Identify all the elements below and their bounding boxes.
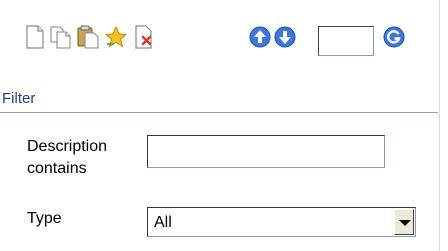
type-select-value: All — [154, 214, 172, 231]
filter-panel: Filter Description contains Type All — [0, 0, 448, 251]
description-label-line2: contains — [27, 160, 87, 177]
description-label-line1: Description — [27, 138, 108, 155]
toolbar — [0, 0, 438, 82]
type-select[interactable]: All — [147, 207, 416, 237]
panel-divider — [439, 0, 440, 251]
page-number-input[interactable] — [318, 26, 374, 56]
go-icon[interactable] — [382, 24, 406, 50]
paste-icon[interactable] — [76, 24, 100, 50]
chevron-down-icon — [399, 220, 411, 226]
favorite-star-icon[interactable] — [103, 24, 129, 50]
filter-section-header: Filter — [0, 82, 438, 113]
delete-document-icon[interactable] — [133, 24, 155, 50]
filter-title: Filter — [2, 90, 36, 107]
move-down-icon[interactable] — [273, 24, 297, 50]
type-label: Type — [27, 210, 62, 227]
copy-icon[interactable] — [49, 24, 73, 50]
new-document-icon[interactable] — [24, 24, 46, 50]
type-dropdown-button[interactable] — [394, 209, 414, 235]
move-up-icon[interactable] — [248, 24, 272, 50]
description-contains-input[interactable] — [147, 135, 385, 168]
